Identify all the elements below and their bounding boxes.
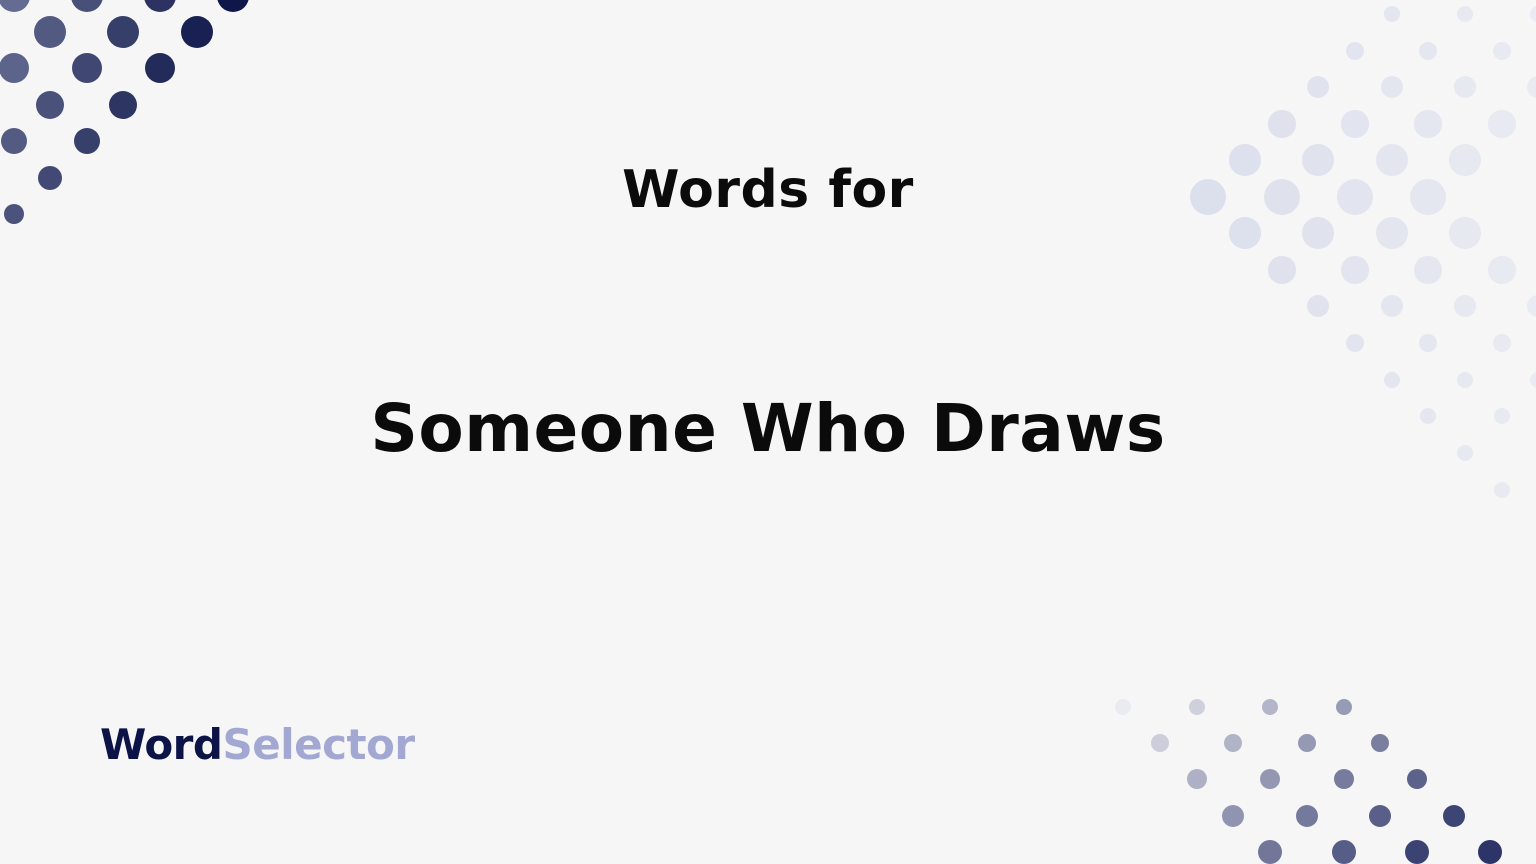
decor-dot <box>1478 840 1502 864</box>
decor-dot <box>1306 294 1330 318</box>
decor-dot <box>1296 805 1318 827</box>
decor-dot <box>1530 6 1536 22</box>
decor-dot <box>1384 372 1400 388</box>
decor-dot <box>1457 6 1473 22</box>
decor-dot <box>1298 734 1316 752</box>
decor-dot <box>1334 769 1354 789</box>
decor-dot <box>1488 256 1516 284</box>
decor-dot <box>217 0 249 12</box>
decor-dot <box>0 0 30 12</box>
decor-dot <box>1222 805 1244 827</box>
decor-dot <box>144 0 176 12</box>
decor-dot <box>1405 840 1429 864</box>
decor-dot <box>1268 110 1296 138</box>
page-title: Someone Who Draws <box>370 390 1166 467</box>
decor-dot <box>36 91 64 119</box>
brand-logo-word: Word <box>100 720 223 769</box>
decor-dot <box>1189 699 1205 715</box>
decor-dot <box>1443 805 1465 827</box>
decor-dot <box>34 16 66 48</box>
brand-logo-selector: Selector <box>222 720 415 769</box>
decor-dot <box>1380 75 1404 99</box>
decor-dot <box>1418 333 1438 353</box>
decor-dot <box>1151 734 1169 752</box>
decor-dot <box>71 0 103 12</box>
decor-dot <box>74 128 100 154</box>
decor-dot <box>1384 6 1400 22</box>
decor-dot <box>1414 110 1442 138</box>
decor-dot <box>1302 217 1334 249</box>
decor-dot <box>0 53 29 83</box>
decor-dot <box>1530 372 1536 388</box>
decor-dot <box>1492 333 1512 353</box>
decor-dot <box>1376 217 1408 249</box>
decor-dot <box>1258 840 1282 864</box>
decor-dot <box>1341 110 1369 138</box>
decor-dot <box>1418 41 1438 61</box>
decor-dot <box>1345 333 1365 353</box>
decor-dot <box>1488 110 1516 138</box>
brand-logo: WordSelector <box>100 720 415 769</box>
decor-dot <box>109 91 137 119</box>
decor-dot <box>1306 75 1330 99</box>
decor-dot <box>1494 482 1510 498</box>
decor-dot <box>1268 256 1296 284</box>
decor-dot <box>1526 294 1536 318</box>
decor-dot <box>1229 217 1261 249</box>
decor-dot <box>1369 805 1391 827</box>
decor-dot <box>1492 41 1512 61</box>
decor-dot <box>1449 217 1481 249</box>
decor-dot <box>1380 294 1404 318</box>
decor-dot <box>1407 769 1427 789</box>
decor-dot <box>181 16 213 48</box>
decor-dot <box>1457 372 1473 388</box>
decor-dot <box>1414 256 1442 284</box>
decor-dot <box>107 16 139 48</box>
decor-dot <box>1187 769 1207 789</box>
decor-dot <box>145 53 175 83</box>
decor-dot <box>1341 256 1369 284</box>
decor-dot <box>1453 75 1477 99</box>
decor-dot <box>1115 699 1131 715</box>
decor-dot <box>1332 840 1356 864</box>
decor-dot <box>72 53 102 83</box>
decor-dot <box>1 128 27 154</box>
decor-dot <box>1371 734 1389 752</box>
decor-dot <box>1262 699 1278 715</box>
decor-dot <box>1526 75 1536 99</box>
decor-dot <box>1336 699 1352 715</box>
decor-dot <box>1260 769 1280 789</box>
decor-dot <box>1345 41 1365 61</box>
decor-dot <box>1453 294 1477 318</box>
page-kicker: Words for <box>622 160 914 220</box>
decor-dot <box>1224 734 1242 752</box>
